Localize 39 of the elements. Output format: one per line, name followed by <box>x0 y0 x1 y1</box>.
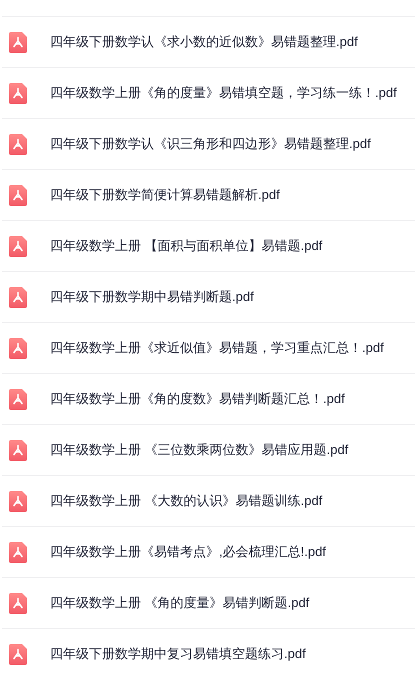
file-name: 四年级数学上册 《大数的认识》易错题训练.pdf <box>50 492 322 510</box>
file-name: 四年级数学上册 【面积与面积单位】易错题.pdf <box>50 237 322 255</box>
pdf-file-icon <box>9 388 27 410</box>
pdf-file-icon <box>9 490 27 512</box>
pdf-file-icon <box>9 184 27 206</box>
file-item[interactable]: 四年级数学上册 《三位数乘两位数》易错应用题.pdf <box>2 425 415 476</box>
pdf-file-icon <box>9 236 27 256</box>
file-name: 四年级下册数学认《识三角形和四边形》易错题整理.pdf <box>50 135 371 153</box>
file-item[interactable]: 四年级数学上册《角的度数》易错判断题汇总！.pdf <box>2 374 415 425</box>
pdf-file-icon <box>9 286 27 308</box>
file-item[interactable]: 四年级数学上册《角的度量》易错填空题，学习练一练！.pdf <box>2 68 415 119</box>
pdf-file-icon <box>9 134 27 154</box>
file-item[interactable]: 四年级下册数学期中易错判断题.pdf <box>2 272 415 323</box>
file-name: 四年级数学上册《求近似值》易错题，学习重点汇总！.pdf <box>50 339 384 357</box>
file-item[interactable]: 四年级下册数学认《识三角形和四边形》易错题整理.pdf <box>2 119 415 170</box>
file-item[interactable]: 四年级数学上册 《角的度量》易错判断题.pdf <box>2 578 415 629</box>
file-item[interactable]: 四年级下册数学期中复习易错填空题练习.pdf <box>2 629 415 674</box>
file-item[interactable]: 四年级下册数学认《求小数的近似数》易错题整理.pdf <box>2 17 415 68</box>
pdf-file-icon <box>9 82 27 104</box>
pdf-file-icon <box>9 338 27 358</box>
file-name: 四年级数学上册 《三位数乘两位数》易错应用题.pdf <box>50 441 348 459</box>
pdf-file-icon <box>9 542 27 562</box>
file-item[interactable]: 四年级数学上册 《大数的认识》易错题训练.pdf <box>2 476 415 527</box>
pdf-file-icon <box>9 644 27 664</box>
file-name: 四年级数学上册《角的度数》易错判断题汇总！.pdf <box>50 390 345 408</box>
file-item[interactable]: 四年级数学上册 【面积与面积单位】易错题.pdf <box>2 221 415 272</box>
file-item[interactable]: 四年级下册数学简便计算易错题解析.pdf <box>2 170 415 221</box>
file-name: 四年级下册数学期中易错判断题.pdf <box>50 288 254 306</box>
file-item[interactable]: 四年级数学上册《求近似值》易错题，学习重点汇总！.pdf <box>2 323 415 374</box>
pdf-file-icon <box>9 592 27 614</box>
file-item[interactable]: 四年级数学上册《易错考点》,必会梳理汇总!.pdf <box>2 527 415 578</box>
file-name: 四年级下册数学简便计算易错题解析.pdf <box>50 186 280 204</box>
file-name: 四年级下册数学认《求小数的近似数》易错题整理.pdf <box>50 33 358 51</box>
file-name: 四年级数学上册《角的度量》易错填空题，学习练一练！.pdf <box>50 84 397 102</box>
file-name: 四年级数学上册《易错考点》,必会梳理汇总!.pdf <box>50 543 326 561</box>
file-name: 四年级下册数学期中复习易错填空题练习.pdf <box>50 645 306 663</box>
file-name: 四年级数学上册 《角的度量》易错判断题.pdf <box>50 594 310 612</box>
pdf-file-icon <box>9 440 27 460</box>
pdf-file-icon <box>9 32 27 52</box>
